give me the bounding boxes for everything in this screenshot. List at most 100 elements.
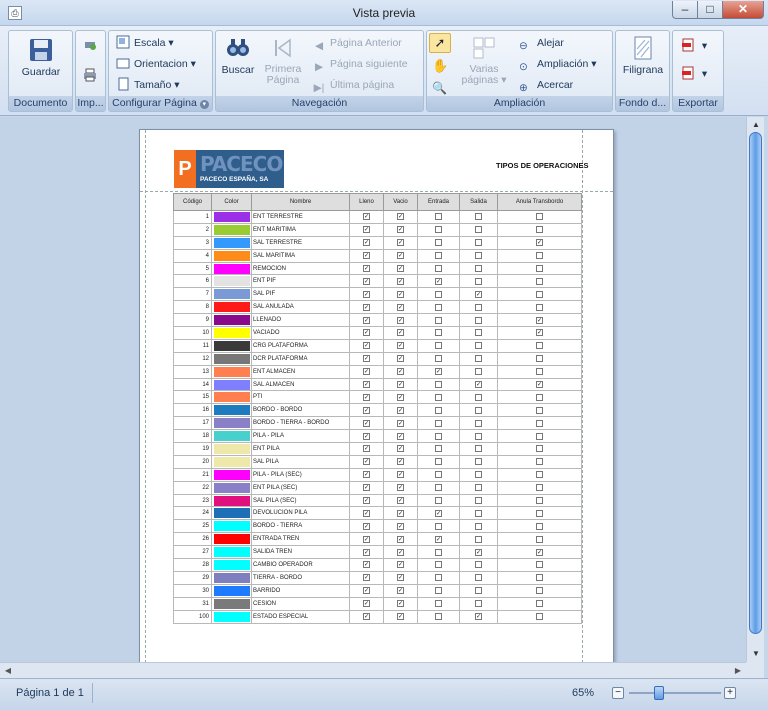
pagina-siguiente-button[interactable]: ▶ Página siguiente	[312, 55, 408, 73]
checked-box-icon: ✓	[397, 252, 404, 260]
flag-cell-salida	[459, 403, 498, 418]
group-ampliacion: ➚ ✋ 🔍 Varias páginas ▾ ⊖ Alejar ⊙ Ampliaci…	[426, 30, 613, 112]
unchecked-box-icon	[435, 380, 442, 388]
vertical-scroll-thumb[interactable]	[749, 132, 762, 634]
checked-box-icon: ✓	[363, 368, 370, 376]
checked-box-icon: ✓	[536, 239, 543, 247]
print-options-button[interactable]	[83, 37, 101, 55]
flag-cell-entrada	[417, 261, 460, 276]
minimize-button[interactable]: –	[672, 1, 698, 19]
pointer-tool-button[interactable]: ➚	[429, 33, 451, 53]
checked-box-icon: ✓	[363, 264, 370, 272]
group-label-ampliacion: Ampliación	[427, 96, 612, 111]
unchecked-box-icon	[536, 393, 543, 401]
color-cell	[211, 300, 252, 315]
primera-pagina-button[interactable]: Primera Página	[262, 35, 304, 86]
export-other-button[interactable]: ▾	[681, 65, 707, 83]
pagina-anterior-button[interactable]: ◀ Página Anterior	[312, 34, 402, 52]
table-row: 27 SALIDA TREN ✓ ✓ ✓ ✓	[173, 545, 582, 560]
operation-code: 31	[173, 596, 212, 611]
checked-box-icon: ✓	[363, 574, 370, 582]
table-header-row: Código Color Nombre Lleno Vacio Entrada Salida…	[173, 193, 582, 211]
horizontal-scrollbar[interactable]: ◀ ▶	[0, 662, 746, 678]
checked-box-icon: ✓	[435, 368, 442, 376]
flag-cell-anula	[497, 248, 582, 263]
varias-paginas-button[interactable]: Varias páginas ▾	[457, 35, 511, 86]
color-cell	[211, 287, 252, 302]
preview-area[interactable]: P PACECO PACECO ESPAÑA, SA TIPOS DE OPER…	[0, 117, 746, 662]
scroll-up-icon[interactable]: ▲	[747, 117, 765, 133]
color-cell	[211, 609, 252, 624]
color-cell	[211, 493, 252, 508]
flag-cell-entrada	[417, 596, 460, 611]
escala-button[interactable]: Escala ▾	[116, 34, 174, 52]
checked-box-icon: ✓	[397, 484, 404, 492]
guardar-button[interactable]: Guardar	[13, 37, 69, 78]
flag-cell-vacio: ✓	[383, 351, 418, 366]
checked-box-icon: ✓	[435, 277, 442, 285]
checked-box-icon: ✓	[363, 600, 370, 608]
operation-name: CAMBIO OPERADOR	[251, 558, 350, 572]
flag-cell-vacio: ✓	[383, 570, 418, 585]
alejar-button[interactable]: ⊖ Alejar	[519, 34, 564, 52]
dialog-launcher-icon[interactable]: ▾	[199, 100, 209, 109]
flag-cell-vacio: ✓	[383, 364, 418, 379]
first-page-icon	[275, 38, 291, 58]
ampliacion-dropdown[interactable]: ⊙ Ampliación ▾	[519, 55, 597, 73]
zoom-in-button[interactable]: +	[724, 687, 736, 699]
table-row: 20 SAL PILA ✓ ✓	[173, 454, 582, 469]
orientacion-button[interactable]: Orientacion ▾	[116, 55, 196, 73]
flag-cell-vacio: ✓	[383, 300, 418, 315]
color-swatch	[213, 418, 250, 429]
zoom-tool-button[interactable]: 🔍	[432, 79, 447, 97]
guardar-label: Guardar	[21, 66, 61, 78]
acercar-button[interactable]: ⊕ Acercar	[519, 76, 573, 94]
unchecked-box-icon	[536, 406, 543, 414]
flag-cell-lleno: ✓	[349, 583, 384, 598]
scroll-right-icon[interactable]: ▶	[730, 663, 746, 679]
unchecked-box-icon	[475, 239, 482, 247]
flag-cell-vacio: ✓	[383, 532, 418, 547]
operation-code: 11	[173, 338, 212, 353]
zoom-out-button[interactable]: −	[612, 687, 624, 699]
color-swatch	[213, 276, 250, 287]
scroll-down-icon[interactable]: ▼	[747, 646, 765, 662]
flag-cell-salida	[459, 429, 498, 444]
hand-icon: ✋	[432, 58, 449, 73]
flag-cell-salida	[459, 248, 498, 263]
export-pdf-button[interactable]: ▾	[681, 37, 707, 55]
unchecked-box-icon	[435, 613, 442, 621]
flag-cell-lleno: ✓	[349, 313, 384, 328]
checked-box-icon: ✓	[536, 329, 543, 337]
color-swatch	[213, 431, 250, 442]
operation-name: ESTADO ESPECIAL	[251, 609, 350, 624]
print-button[interactable]	[83, 67, 101, 85]
filigrana-button[interactable]: Filigrana	[618, 35, 668, 76]
maximize-button[interactable]: □	[697, 1, 723, 19]
unchecked-box-icon	[435, 497, 442, 504]
save-icon	[30, 39, 52, 61]
checked-box-icon: ✓	[397, 393, 404, 401]
close-button[interactable]: ✕	[722, 1, 764, 19]
zoom-slider-thumb[interactable]	[653, 686, 664, 700]
scroll-left-icon[interactable]: ◀	[0, 663, 16, 679]
operation-name: SAL ANULADA	[251, 300, 350, 315]
buscar-button[interactable]: Buscar	[219, 35, 257, 76]
tamano-button[interactable]: Tamaño ▾	[116, 76, 180, 94]
checked-box-icon: ✓	[536, 380, 543, 388]
page-indicator: Página 1 de 1	[16, 687, 84, 699]
hand-tool-button[interactable]: ✋	[432, 57, 448, 75]
table-row: 12 DCR PLATAFORMA ✓ ✓	[173, 351, 582, 366]
last-page-icon: ▶|	[313, 82, 325, 94]
operation-name: BORDO - TIERRA - BORDO	[251, 416, 350, 431]
ultima-pagina-button[interactable]: ▶| Última página	[312, 76, 395, 94]
unchecked-box-icon	[435, 458, 442, 466]
vertical-scrollbar[interactable]: ▲ ▼	[746, 117, 764, 662]
flag-cell-salida	[459, 558, 498, 572]
group-label-imprimir: Imp...	[76, 96, 105, 111]
zoom-slider-track[interactable]	[629, 692, 721, 694]
color-cell	[211, 532, 252, 547]
checked-box-icon: ✓	[397, 406, 404, 414]
flag-cell-entrada: ✓	[417, 506, 460, 521]
checked-box-icon: ✓	[397, 355, 404, 363]
